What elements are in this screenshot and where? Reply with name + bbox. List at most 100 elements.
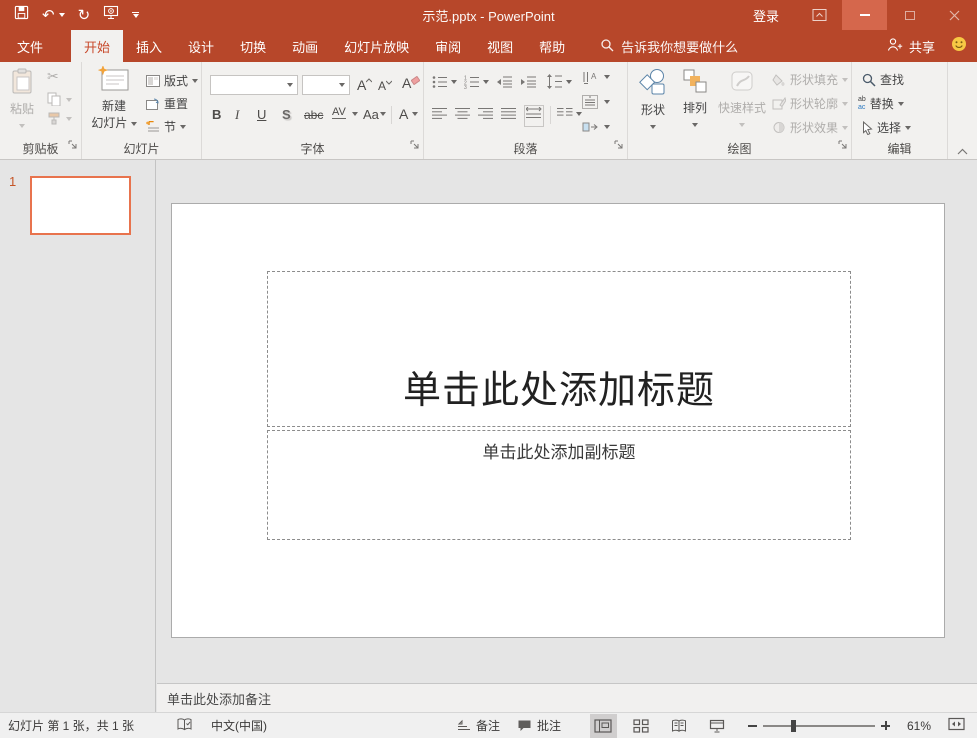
normal-view-button[interactable] bbox=[590, 714, 617, 738]
close-button[interactable] bbox=[932, 0, 977, 30]
zoom-out-button[interactable] bbox=[748, 725, 757, 727]
text-direction-icon[interactable]: A bbox=[582, 70, 598, 89]
distribute-icon[interactable] bbox=[524, 105, 544, 127]
font-color-dropdown-icon[interactable] bbox=[412, 112, 418, 116]
save-icon[interactable] bbox=[14, 5, 29, 25]
feedback-smiley-icon[interactable] bbox=[951, 36, 967, 57]
comments-toggle-button[interactable]: 批注 bbox=[517, 717, 561, 734]
notes-toggle-button[interactable]: 备注 bbox=[457, 717, 500, 734]
increase-indent-icon[interactable] bbox=[520, 75, 537, 94]
select-button[interactable]: 选择 bbox=[862, 119, 911, 136]
font-name-combobox[interactable] bbox=[210, 75, 298, 95]
change-case-dropdown-icon[interactable] bbox=[380, 112, 386, 116]
bullets-icon[interactable] bbox=[432, 75, 448, 94]
decrease-indent-icon[interactable] bbox=[496, 75, 513, 94]
line-spacing-icon[interactable] bbox=[546, 74, 563, 94]
slide-counter: 幻灯片 第 1 张，共 1 张 bbox=[8, 717, 134, 734]
status-bar: 幻灯片 第 1 张，共 1 张 中文(中国) 备注 批注 bbox=[0, 712, 977, 738]
tab-animations[interactable]: 动画 bbox=[279, 30, 331, 62]
slide-canvas[interactable]: 单击此处添加标题 单击此处添加副标题 bbox=[171, 203, 945, 638]
align-right-icon[interactable] bbox=[478, 107, 494, 125]
quick-styles-button[interactable]: 快速样式 bbox=[716, 68, 768, 134]
character-spacing-button[interactable]: AV bbox=[332, 107, 346, 119]
numbering-icon[interactable]: 123 bbox=[464, 75, 480, 94]
find-icon bbox=[862, 73, 876, 87]
tell-me-search[interactable]: 告诉我你想要做什么 bbox=[600, 30, 738, 62]
paragraph-dialog-launcher-icon[interactable] bbox=[614, 137, 624, 155]
justify-icon[interactable] bbox=[501, 107, 517, 125]
shapes-button[interactable]: 形状 bbox=[634, 68, 672, 136]
subtitle-placeholder[interactable]: 单击此处添加副标题 bbox=[267, 430, 851, 540]
tab-slideshow[interactable]: 幻灯片放映 bbox=[331, 30, 422, 62]
shrink-font-button[interactable]: A bbox=[378, 80, 392, 92]
font-color-button[interactable]: A bbox=[399, 107, 408, 121]
ribbon-display-options-icon[interactable] bbox=[797, 0, 842, 30]
language-indicator[interactable]: 中文(中国) bbox=[211, 717, 267, 734]
convert-smartart-icon[interactable] bbox=[582, 120, 598, 139]
drawing-dialog-launcher-icon[interactable] bbox=[838, 137, 848, 155]
slideshow-view-button[interactable] bbox=[704, 714, 731, 738]
shape-effects-button[interactable]: 形状效果 bbox=[772, 119, 848, 136]
tab-home[interactable]: 开始 bbox=[71, 30, 123, 62]
change-case-button[interactable]: Aa bbox=[363, 108, 379, 121]
zoom-in-button[interactable] bbox=[881, 721, 890, 730]
paint-bucket-icon bbox=[772, 73, 786, 86]
clear-formatting-button[interactable]: A bbox=[402, 76, 420, 90]
title-placeholder[interactable]: 单击此处添加标题 bbox=[267, 271, 851, 427]
section-button[interactable]: 节 bbox=[146, 118, 186, 135]
align-center-icon[interactable] bbox=[455, 107, 471, 125]
share-button[interactable]: 共享 bbox=[887, 37, 935, 56]
cut-icon[interactable]: ✂ bbox=[47, 68, 59, 85]
copy-icon[interactable] bbox=[47, 92, 61, 111]
tab-help[interactable]: 帮助 bbox=[526, 30, 578, 62]
tab-transitions[interactable]: 切换 bbox=[227, 30, 279, 62]
replace-button[interactable]: abac 替换 bbox=[858, 95, 904, 112]
tab-file[interactable]: 文件 bbox=[0, 30, 60, 62]
shape-outline-button[interactable]: 形状轮廓 bbox=[772, 95, 848, 112]
shape-fill-button[interactable]: 形状填充 bbox=[772, 71, 848, 88]
italic-button[interactable]: I bbox=[235, 108, 239, 121]
strikethrough-button[interactable]: abc bbox=[304, 109, 323, 121]
reset-button[interactable]: 重置 bbox=[146, 95, 188, 112]
zoom-level[interactable]: 61% bbox=[907, 719, 931, 733]
slide-thumbnail[interactable] bbox=[30, 176, 131, 235]
underline-button[interactable]: U bbox=[257, 108, 266, 121]
arrange-button[interactable]: 排列 bbox=[676, 68, 714, 134]
minimize-button[interactable] bbox=[842, 0, 887, 30]
redo-button[interactable]: ↻ bbox=[78, 8, 91, 23]
customize-qat-icon[interactable] bbox=[132, 12, 139, 18]
spell-check-icon[interactable] bbox=[176, 717, 193, 735]
fit-to-window-icon[interactable] bbox=[948, 717, 965, 734]
undo-button[interactable]: ↶ bbox=[42, 8, 65, 23]
columns-icon[interactable] bbox=[557, 107, 573, 125]
sign-in-button[interactable]: 登录 bbox=[735, 0, 797, 30]
character-spacing-dropdown-icon[interactable] bbox=[352, 112, 358, 116]
slide-sorter-view-button[interactable] bbox=[628, 714, 655, 738]
reading-view-button[interactable] bbox=[666, 714, 693, 738]
bold-button[interactable]: B bbox=[212, 108, 221, 121]
pencil-outline-icon bbox=[772, 97, 786, 110]
find-button[interactable]: 查找 bbox=[862, 71, 904, 88]
align-left-icon[interactable] bbox=[432, 107, 448, 125]
format-painter-icon[interactable] bbox=[47, 112, 61, 131]
text-shadow-button[interactable]: S bbox=[282, 108, 291, 121]
layout-button[interactable]: 版式 bbox=[146, 72, 198, 89]
notes-pane[interactable]: 单击此处添加备注 bbox=[157, 683, 977, 712]
zoom-slider-thumb[interactable] bbox=[791, 720, 796, 732]
tab-review[interactable]: 审阅 bbox=[422, 30, 474, 62]
tab-view[interactable]: 视图 bbox=[474, 30, 526, 62]
undo-dropdown-icon[interactable] bbox=[59, 13, 65, 17]
zoom-slider[interactable] bbox=[763, 725, 875, 727]
tab-design[interactable]: 设计 bbox=[175, 30, 227, 62]
new-slide-button[interactable]: 新建 幻灯片 bbox=[86, 66, 142, 131]
maximize-button[interactable] bbox=[887, 0, 932, 30]
tab-insert[interactable]: 插入 bbox=[123, 30, 175, 62]
collapse-ribbon-icon[interactable] bbox=[957, 142, 968, 160]
grow-font-button[interactable]: A bbox=[357, 78, 372, 92]
start-slideshow-icon[interactable] bbox=[103, 5, 119, 25]
font-size-combobox[interactable] bbox=[302, 75, 350, 95]
font-dialog-launcher-icon[interactable] bbox=[410, 137, 420, 155]
clipboard-dialog-launcher-icon[interactable] bbox=[68, 137, 78, 155]
align-text-icon[interactable] bbox=[582, 95, 598, 114]
paste-button[interactable]: 粘贴 bbox=[3, 68, 41, 135]
